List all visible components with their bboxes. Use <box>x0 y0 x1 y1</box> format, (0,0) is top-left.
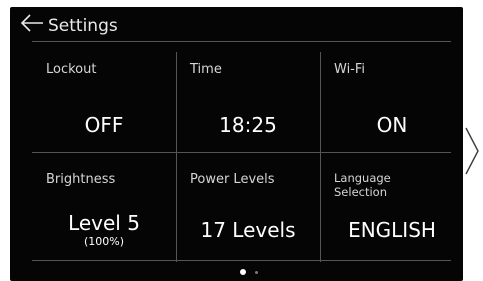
tile-label: Time <box>190 62 222 77</box>
tile-label: Wi-Fi <box>334 62 366 77</box>
row-divider <box>32 152 451 153</box>
tile-value: Level 5 <box>68 211 140 235</box>
page-indicator <box>240 269 270 277</box>
tile-label: Language Selection <box>334 171 391 199</box>
back-arrow-icon[interactable] <box>20 13 44 33</box>
tile-language-selection[interactable]: Language Selection ENGLISH <box>320 152 463 261</box>
tile-value: OFF <box>84 113 124 137</box>
settings-screen: Settings Lockout OFF Time 18:25 Wi-Fi ON… <box>10 7 463 281</box>
footer-divider <box>32 260 451 261</box>
column-divider <box>320 52 321 262</box>
tile-brightness[interactable]: Brightness Level 5 (100%) <box>32 152 176 261</box>
page-dot[interactable] <box>255 270 258 274</box>
chevron-right-icon[interactable] <box>464 126 480 176</box>
tile-label: Lockout <box>46 62 97 77</box>
tile-subvalue: (100%) <box>83 235 125 248</box>
tile-value: ENGLISH <box>348 218 436 242</box>
tile-value: 17 Levels <box>200 218 296 242</box>
column-divider <box>176 52 177 262</box>
tile-time[interactable]: Time 18:25 <box>176 42 320 151</box>
page-title: Settings <box>48 16 118 36</box>
page-dot-active[interactable] <box>240 269 246 275</box>
tile-label: Brightness <box>46 172 116 187</box>
tile-value: 18:25 <box>219 113 277 137</box>
header-bar: Settings <box>10 7 463 42</box>
tile-lockout[interactable]: Lockout OFF <box>32 42 176 151</box>
tile-value: ON <box>376 113 408 137</box>
settings-grid: Lockout OFF Time 18:25 Wi-Fi ON Brightne… <box>32 42 463 262</box>
tile-label: Power Levels <box>190 172 275 187</box>
tile-wifi[interactable]: Wi-Fi ON <box>320 42 463 151</box>
tile-power-levels[interactable]: Power Levels 17 Levels <box>176 152 320 261</box>
